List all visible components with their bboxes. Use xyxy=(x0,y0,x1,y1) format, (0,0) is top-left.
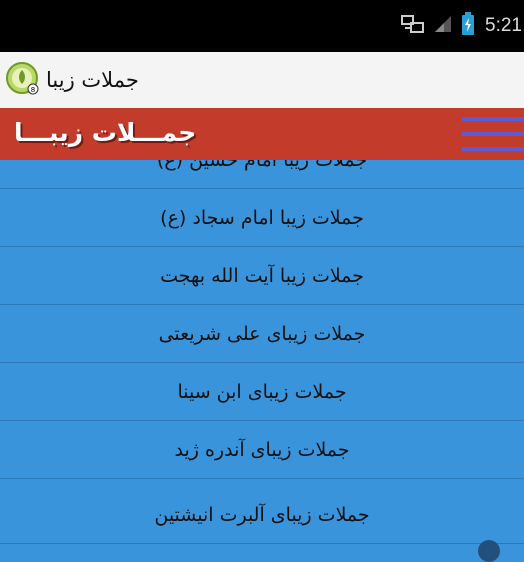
list-item-label: جملات زیبا آیت الله بهجت xyxy=(160,264,364,287)
list-item[interactable]: جملات زیبا آیت الله بهجت xyxy=(0,247,524,305)
list-item[interactable]: جملات زیبای آلبرت انیشتین xyxy=(0,486,524,544)
status-icons: 5:21 xyxy=(401,0,524,52)
list-item-label: جملات زیبا امام حسین (ع) xyxy=(0,160,524,188)
header-banner: جمـــلات زیبـــا xyxy=(0,108,524,160)
signal-icon xyxy=(433,14,453,38)
svg-text:8: 8 xyxy=(31,86,35,94)
status-time: 5:21 xyxy=(485,15,522,36)
list-item[interactable]: جملات زیبای ابن سینا xyxy=(0,363,524,421)
list-item[interactable]: جملات زیبای علی شریعتی xyxy=(0,305,524,363)
category-list: جملات زیبا امام حسین (ع) جملات زیبا امام… xyxy=(0,160,524,548)
scroll-indicator[interactable] xyxy=(478,540,500,562)
list-item[interactable]: جملات زیبای آندره ژید xyxy=(0,421,524,479)
list-item-label: جملات زیبا امام سجاد (ع) xyxy=(160,206,364,229)
status-bar: 5:21 xyxy=(0,0,524,52)
list-item-label: جملات زیبای علی شریعتی xyxy=(158,322,366,345)
list-item[interactable]: جملات زیبا امام سجاد (ع) xyxy=(0,189,524,247)
action-bar: 8 جملات زیبا xyxy=(0,52,524,108)
battery-icon xyxy=(461,12,475,40)
list-item[interactable]: جملات زیبا امام حسین (ع) xyxy=(0,160,524,189)
app-title: جملات زیبا xyxy=(46,68,139,92)
banner-title: جمـــلات زیبـــا xyxy=(14,118,197,147)
app-logo-icon[interactable]: 8 xyxy=(6,62,40,96)
hamburger-menu-icon[interactable] xyxy=(454,108,524,160)
list-item-label: جملات زیبای آلبرت انیشتین xyxy=(154,503,370,526)
list-item-label: جملات زیبای آندره ژید xyxy=(174,438,350,461)
list-item-label: جملات زیبای ابن سینا xyxy=(177,380,347,403)
network-icon xyxy=(401,13,425,39)
